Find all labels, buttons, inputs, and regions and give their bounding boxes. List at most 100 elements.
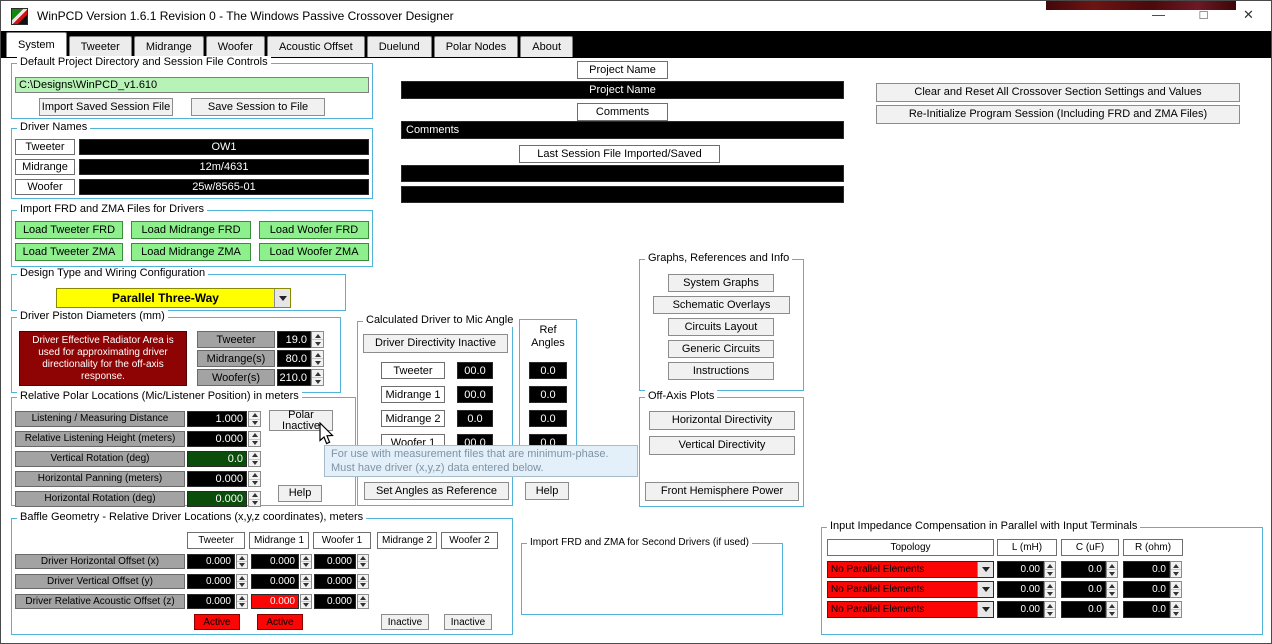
step-up-icon[interactable] — [1107, 602, 1117, 609]
listening-height-field[interactable]: 0.000 — [187, 431, 247, 447]
step-down-icon[interactable] — [1171, 609, 1181, 617]
instructions-button[interactable]: Instructions — [668, 362, 774, 380]
woofer2-inactive-button[interactable]: Inactive — [444, 614, 492, 630]
topology-select-3[interactable]: No Parallel Elements — [827, 601, 994, 618]
tweeter-active-button[interactable]: Active — [194, 614, 240, 630]
impedance-r-stepper-3[interactable] — [1170, 601, 1182, 618]
step-down-icon[interactable] — [249, 498, 260, 507]
import-session-button[interactable]: Import Saved Session File — [39, 98, 173, 116]
step-down-icon[interactable] — [1045, 609, 1055, 617]
step-up-icon[interactable] — [312, 370, 323, 377]
load-woofer-frd-button[interactable]: Load Woofer FRD — [259, 221, 369, 239]
tab-polar-nodes[interactable]: Polar Nodes — [433, 36, 519, 57]
woofer-name-field[interactable]: 25w/8565-01 — [79, 179, 369, 195]
step-down-icon[interactable] — [249, 478, 260, 487]
step-down-icon[interactable] — [358, 601, 368, 608]
impedance-r-field-1[interactable]: 0.0 — [1123, 561, 1170, 578]
save-session-button[interactable]: Save Session to File — [191, 98, 325, 116]
piston-midrange-stepper[interactable] — [311, 350, 324, 367]
impedance-c-stepper-3[interactable] — [1106, 601, 1118, 618]
step-down-icon[interactable] — [237, 601, 247, 608]
step-down-icon[interactable] — [301, 561, 311, 568]
step-down-icon[interactable] — [301, 581, 311, 588]
offset-y-tweeter-stepper[interactable] — [236, 574, 248, 589]
step-down-icon[interactable] — [237, 561, 247, 568]
step-up-icon[interactable] — [1107, 582, 1117, 589]
step-down-icon[interactable] — [312, 339, 323, 347]
system-graphs-button[interactable]: System Graphs — [668, 274, 774, 292]
offset-y-midrange1-stepper[interactable] — [300, 574, 312, 589]
step-down-icon[interactable] — [312, 377, 323, 385]
tab-woofer[interactable]: Woofer — [205, 36, 265, 57]
tab-duelund[interactable]: Duelund — [366, 36, 432, 57]
horizontal-panning-stepper[interactable] — [248, 471, 261, 487]
step-up-icon[interactable] — [312, 351, 323, 358]
front-hemisphere-power-button[interactable]: Front Hemisphere Power — [645, 482, 799, 501]
impedance-r-stepper-2[interactable] — [1170, 581, 1182, 598]
load-tweeter-zma-button[interactable]: Load Tweeter ZMA — [15, 243, 123, 261]
step-up-icon[interactable] — [1171, 582, 1181, 589]
piston-woofer-stepper[interactable] — [311, 369, 324, 386]
step-up-icon[interactable] — [1045, 582, 1055, 589]
offset-z-tweeter-field[interactable]: 0.000 — [187, 594, 235, 609]
topology-select-2[interactable]: No Parallel Elements — [827, 581, 994, 598]
impedance-c-stepper-2[interactable] — [1106, 581, 1118, 598]
step-down-icon[interactable] — [1171, 569, 1181, 577]
chevron-down-icon[interactable] — [274, 289, 290, 307]
chevron-down-icon[interactable] — [977, 562, 993, 577]
tweeter-name-field[interactable]: OW1 — [79, 139, 369, 155]
offset-z-woofer1-stepper[interactable] — [357, 594, 369, 609]
tab-about[interactable]: About — [520, 36, 574, 57]
step-down-icon[interactable] — [1107, 569, 1117, 577]
step-up-icon[interactable] — [312, 332, 323, 339]
offset-y-woofer1-stepper[interactable] — [357, 574, 369, 589]
offset-x-midrange1-field[interactable]: 0.000 — [251, 554, 299, 569]
load-midrange-zma-button[interactable]: Load Midrange ZMA — [131, 243, 251, 261]
offset-y-midrange1-field[interactable]: 0.000 — [251, 574, 299, 589]
clear-reset-button[interactable]: Clear and Reset All Crossover Section Se… — [876, 83, 1240, 102]
step-down-icon[interactable] — [249, 418, 260, 427]
project-name-field[interactable]: Project Name — [401, 81, 844, 99]
step-down-icon[interactable] — [301, 601, 311, 608]
reinitialize-button[interactable]: Re-Initialize Program Session (Including… — [876, 105, 1240, 124]
offset-z-woofer1-field[interactable]: 0.000 — [314, 594, 356, 609]
step-down-icon[interactable] — [358, 561, 368, 568]
design-type-select[interactable]: Parallel Three-Way — [56, 288, 291, 308]
impedance-l-field-2[interactable]: 0.00 — [997, 581, 1044, 598]
listening-distance-stepper[interactable] — [248, 411, 261, 427]
impedance-l-field-1[interactable]: 0.00 — [997, 561, 1044, 578]
midrange-name-field[interactable]: 12m/4631 — [79, 159, 369, 175]
mic-angle-help-button[interactable]: Help — [525, 482, 569, 500]
step-down-icon[interactable] — [237, 581, 247, 588]
impedance-c-field-2[interactable]: 0.0 — [1061, 581, 1106, 598]
offset-y-tweeter-field[interactable]: 0.000 — [187, 574, 235, 589]
load-woofer-zma-button[interactable]: Load Woofer ZMA — [259, 243, 369, 261]
impedance-c-field-3[interactable]: 0.0 — [1061, 601, 1106, 618]
load-tweeter-frd-button[interactable]: Load Tweeter FRD — [15, 221, 123, 239]
piston-tweeter-stepper[interactable] — [311, 331, 324, 348]
load-midrange-frd-button[interactable]: Load Midrange FRD — [131, 221, 251, 239]
piston-midrange-field[interactable]: 80.0 — [277, 350, 311, 367]
vertical-directivity-button[interactable]: Vertical Directivity — [649, 436, 795, 455]
step-up-icon[interactable] — [1171, 562, 1181, 569]
impedance-c-stepper-1[interactable] — [1106, 561, 1118, 578]
offset-z-midrange1-stepper[interactable] — [300, 594, 312, 609]
comments-field[interactable]: Comments — [401, 121, 844, 139]
project-directory-field[interactable]: C:\Designs\WinPCD_v1.610 — [15, 77, 369, 93]
step-down-icon[interactable] — [249, 438, 260, 447]
horizontal-rotation-field[interactable]: 0.000 — [187, 491, 247, 507]
tab-system[interactable]: System — [6, 32, 67, 57]
offset-x-tweeter-field[interactable]: 0.000 — [187, 554, 235, 569]
set-angles-reference-button[interactable]: Set Angles as Reference — [364, 482, 509, 500]
impedance-c-field-1[interactable]: 0.0 — [1061, 561, 1106, 578]
chevron-down-icon[interactable] — [977, 602, 993, 617]
tab-acoustic-offset[interactable]: Acoustic Offset — [266, 36, 365, 57]
impedance-r-stepper-1[interactable] — [1170, 561, 1182, 578]
step-up-icon[interactable] — [1171, 602, 1181, 609]
tab-midrange[interactable]: Midrange — [133, 36, 204, 57]
driver-directivity-button[interactable]: Driver Directivity Inactive — [363, 334, 508, 353]
step-down-icon[interactable] — [249, 458, 260, 467]
horizontal-rotation-stepper[interactable] — [248, 491, 261, 507]
step-down-icon[interactable] — [1107, 609, 1117, 617]
impedance-r-field-2[interactable]: 0.0 — [1123, 581, 1170, 598]
